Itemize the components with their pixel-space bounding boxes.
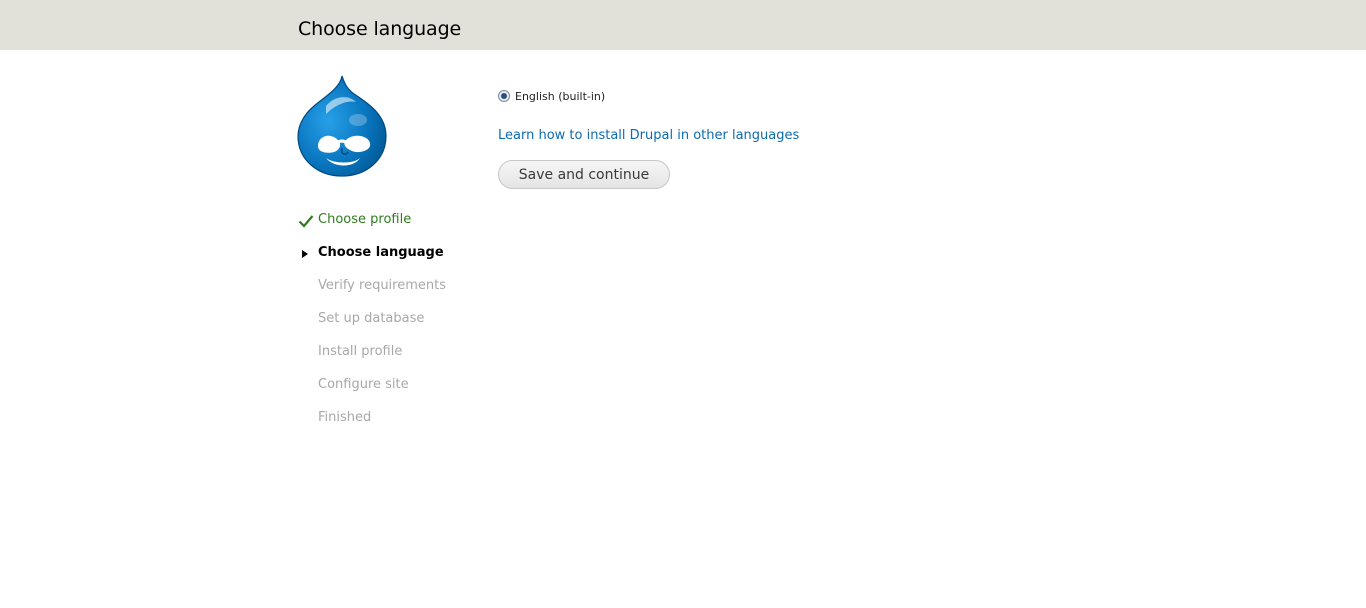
- language-option-english[interactable]: English (built-in): [498, 86, 1098, 106]
- language-option-label: English (built-in): [515, 89, 606, 103]
- step-label: Choose language: [318, 245, 444, 260]
- step-label: Verify requirements: [318, 278, 447, 293]
- page-header: Choose language: [0, 0, 1366, 50]
- arrow-right-icon: [298, 246, 314, 262]
- drupal-logo-icon: [296, 74, 388, 178]
- step-label: Set up database: [318, 311, 425, 326]
- step-set-up-database: Set up database: [298, 308, 446, 341]
- step-label: Choose profile: [318, 212, 412, 227]
- step-label: Finished: [318, 410, 372, 425]
- step-label: Configure site: [318, 377, 409, 392]
- language-radio[interactable]: [498, 90, 510, 102]
- learn-install-languages-link[interactable]: Learn how to install Drupal in other lan…: [498, 127, 1098, 145]
- step-choose-profile: Choose profile: [298, 209, 446, 242]
- save-and-continue-button[interactable]: Save and continue: [498, 160, 670, 189]
- step-verify-requirements: Verify requirements: [298, 275, 446, 308]
- step-choose-language: Choose language: [298, 242, 446, 275]
- step-install-profile: Install profile: [298, 341, 446, 374]
- install-steps-list: Choose profile Choose language Verify re…: [298, 209, 446, 440]
- checkmark-icon: [298, 213, 314, 229]
- step-finished: Finished: [298, 407, 446, 440]
- step-label: Install profile: [318, 344, 403, 359]
- step-configure-site: Configure site: [298, 374, 446, 407]
- page-title: Choose language: [298, 18, 462, 40]
- language-form: English (built-in) Learn how to install …: [498, 86, 1098, 189]
